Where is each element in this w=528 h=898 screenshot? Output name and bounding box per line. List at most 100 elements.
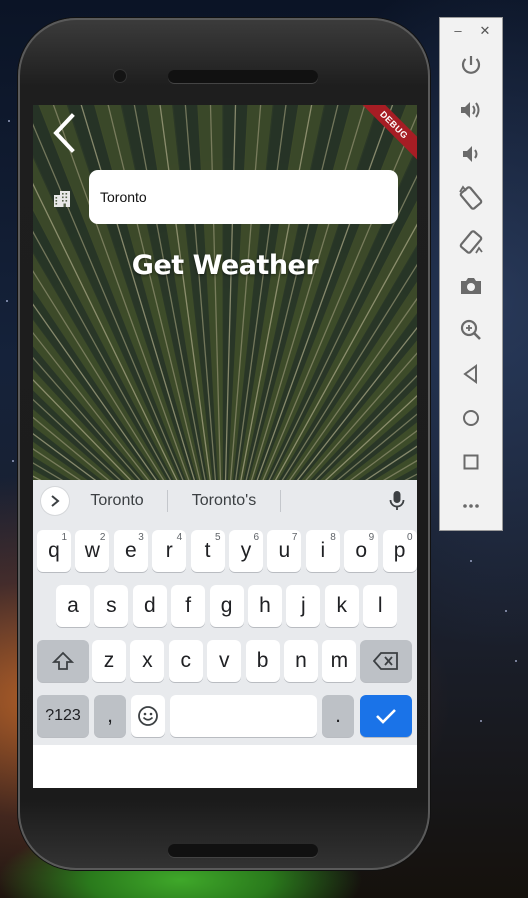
- enter-key[interactable]: [360, 695, 412, 737]
- minimize-icon[interactable]: –: [450, 23, 466, 39]
- key-label: a: [67, 594, 79, 617]
- space-key[interactable]: [170, 695, 317, 737]
- emulator-toolbar: – ✕: [440, 18, 502, 530]
- key-label: x: [142, 649, 153, 672]
- key-label: j: [301, 594, 306, 617]
- expand-suggestions-button[interactable]: [41, 487, 69, 515]
- key-label: h: [259, 594, 271, 617]
- suggestion-2[interactable]: Toronto's: [179, 480, 269, 520]
- key-w[interactable]: w2: [75, 530, 110, 572]
- key-label: m: [330, 649, 349, 672]
- microphone-icon[interactable]: [387, 490, 407, 512]
- key-f[interactable]: f: [171, 585, 206, 627]
- suggestion-divider: [167, 490, 168, 512]
- key-a[interactable]: a: [56, 585, 90, 627]
- volume-up-button[interactable]: [456, 95, 486, 125]
- power-button[interactable]: [456, 51, 486, 81]
- key-hint-number: 0: [407, 532, 413, 543]
- key-label: .: [335, 704, 341, 727]
- key-p[interactable]: p0: [382, 530, 417, 572]
- key-x[interactable]: x: [130, 640, 165, 682]
- key-v[interactable]: v: [207, 640, 242, 682]
- front-camera: [114, 70, 126, 82]
- bottom-strip: [33, 745, 417, 788]
- emoji-key[interactable]: [131, 695, 165, 737]
- key-j[interactable]: j: [286, 585, 321, 627]
- key-s[interactable]: s: [94, 585, 129, 627]
- emulator-toolbar-header: – ✕: [440, 18, 502, 46]
- key-label: r: [165, 539, 173, 562]
- key-label: d: [143, 594, 156, 617]
- soft-keyboard: Toronto Toronto's q1w2e3r4t5y6u7i8o9p0as…: [33, 480, 417, 745]
- key-label: f: [185, 594, 192, 617]
- more-button[interactable]: [456, 491, 486, 521]
- comma-key[interactable]: ,: [94, 695, 126, 737]
- key-c[interactable]: c: [168, 640, 203, 682]
- key-m[interactable]: m: [322, 640, 357, 682]
- home-button[interactable]: [456, 403, 486, 433]
- key-label: q: [48, 539, 60, 562]
- key-hint-number: 2: [99, 532, 106, 543]
- key-d[interactable]: d: [132, 585, 167, 627]
- key-o[interactable]: o9: [344, 530, 379, 572]
- overview-button[interactable]: [456, 447, 486, 477]
- key-l[interactable]: l: [363, 585, 398, 627]
- key-t[interactable]: t5: [190, 530, 225, 572]
- key-r[interactable]: r4: [152, 530, 187, 572]
- city-buildings-icon: [54, 191, 70, 207]
- key-i[interactable]: i8: [305, 530, 340, 572]
- city-input[interactable]: [89, 170, 398, 224]
- key-g[interactable]: g: [209, 585, 244, 627]
- key-hint-number: 8: [330, 532, 336, 543]
- key-label: n: [295, 649, 307, 672]
- shift-key[interactable]: [37, 640, 89, 682]
- key-n[interactable]: n: [284, 640, 318, 682]
- get-weather-button[interactable]: Get Weather: [33, 250, 417, 281]
- screenshot-button[interactable]: [456, 271, 486, 301]
- key-z[interactable]: z: [92, 640, 126, 682]
- suggestion-bar: Toronto Toronto's: [33, 480, 417, 520]
- more-icon: [463, 504, 479, 508]
- home-icon: [463, 410, 479, 426]
- key-label: o: [355, 539, 368, 562]
- key-b[interactable]: b: [245, 640, 280, 682]
- key-label: g: [220, 594, 233, 617]
- key-label: t: [204, 539, 211, 562]
- key-hint-number: 1: [61, 532, 67, 543]
- period-key[interactable]: .: [322, 695, 354, 737]
- back-button[interactable]: [456, 359, 486, 389]
- key-label: e: [124, 539, 137, 562]
- suggestion-1[interactable]: Toronto: [78, 480, 156, 520]
- key-u[interactable]: u7: [267, 530, 302, 572]
- backspace-icon: [373, 652, 399, 670]
- back-icon: [463, 364, 477, 384]
- emoji-icon: [137, 705, 159, 727]
- key-q[interactable]: q1: [37, 530, 71, 572]
- overview-icon: [463, 454, 479, 470]
- weather-app: DEBUG Get Weather: [33, 105, 417, 480]
- key-e[interactable]: e3: [113, 530, 148, 572]
- key-hint-number: 3: [138, 532, 144, 543]
- key-hint-number: 5: [215, 532, 221, 543]
- volume-down-button[interactable]: [456, 139, 486, 169]
- close-icon[interactable]: ✕: [477, 23, 493, 39]
- backspace-key[interactable]: [360, 640, 412, 682]
- key-label: c: [180, 649, 192, 672]
- zoom-button[interactable]: [456, 315, 486, 345]
- key-hint-number: 6: [253, 532, 259, 543]
- key-hint-number: 7: [291, 532, 298, 543]
- rotate-left-button[interactable]: [456, 183, 486, 213]
- key-k[interactable]: k: [324, 585, 359, 627]
- symbols-key[interactable]: ?123: [37, 695, 89, 737]
- key-label: z: [103, 649, 115, 672]
- volume-up-icon: [461, 102, 480, 118]
- key-label: l: [377, 594, 383, 617]
- bottom-speaker: [168, 844, 318, 857]
- zoom-icon: [460, 319, 481, 340]
- rotate-right-button[interactable]: [456, 227, 486, 257]
- key-label: p: [393, 539, 406, 562]
- back-button[interactable]: [49, 111, 79, 155]
- key-y[interactable]: y6: [229, 530, 263, 572]
- volume-down-icon: [463, 146, 478, 162]
- key-h[interactable]: h: [248, 585, 282, 627]
